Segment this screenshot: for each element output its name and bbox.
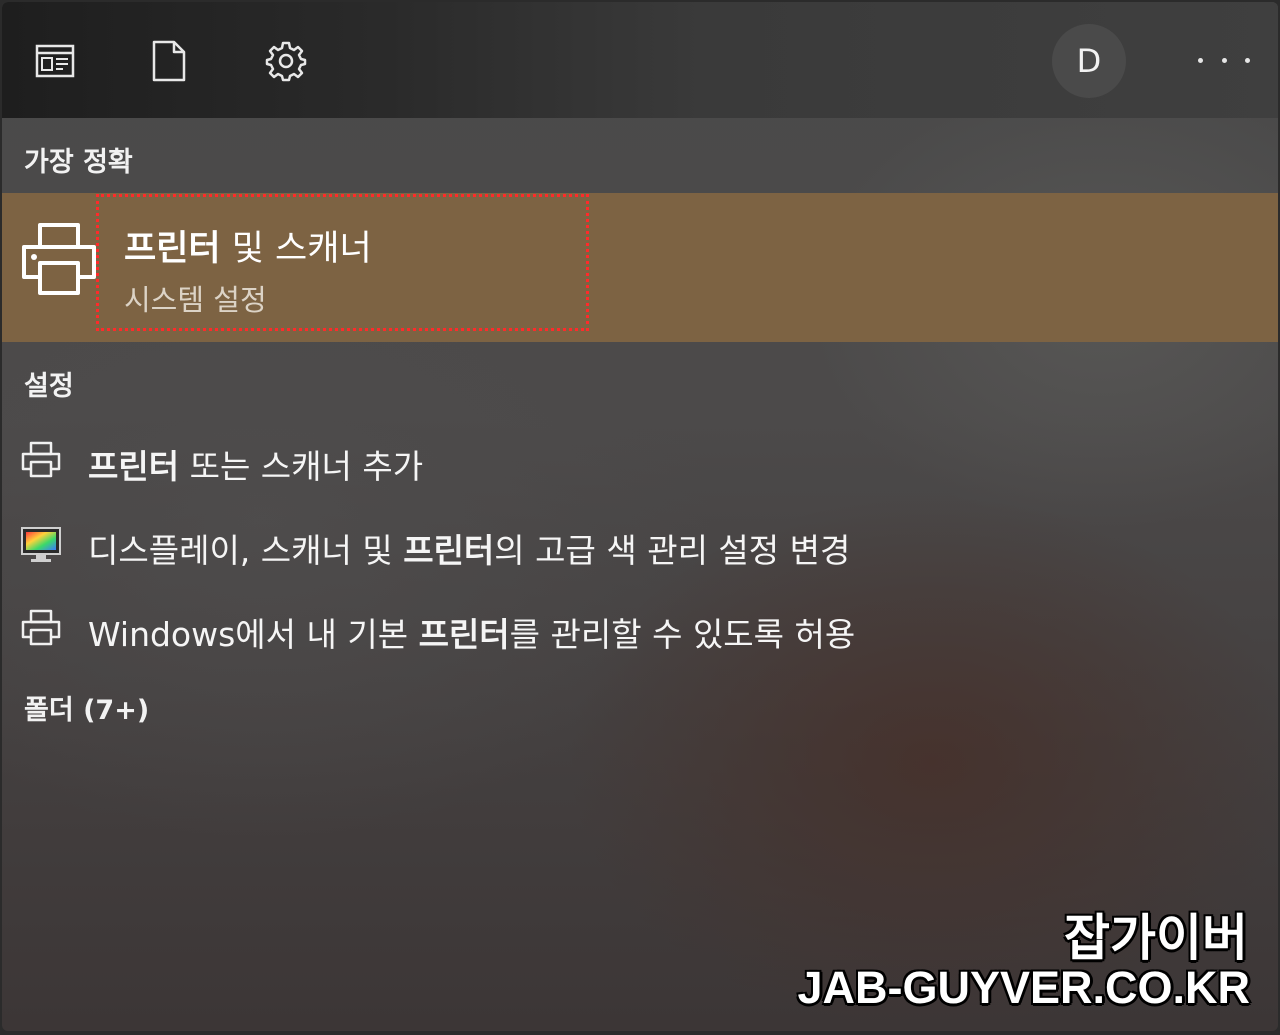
result-label: Windows에서 내 기본 프린터를 관리할 수 있도록 허용 <box>88 615 856 654</box>
more-ellipsis-icon[interactable] <box>1198 42 1250 78</box>
printer-icon <box>20 608 62 650</box>
best-match-header: 가장 정확 <box>24 147 133 178</box>
printer-icon <box>20 440 62 482</box>
folders-header[interactable]: 폴더 (7+) <box>24 688 149 727</box>
highlight-annotation <box>96 194 589 331</box>
gear-icon[interactable] <box>265 40 307 82</box>
search-panel: D 가장 정확 프린터 및 스캐너 시스템 설정 설정 프린터 또는 스캐너 추… <box>2 2 1278 1031</box>
display-color-icon <box>20 524 62 568</box>
watermark-url: JAB-GUYVER.CO.KR <box>797 962 1250 1013</box>
result-label: 프린터 또는 스캐너 추가 <box>88 447 424 486</box>
account-avatar[interactable]: D <box>1052 24 1126 98</box>
result-label: 디스플레이, 스캐너 및 프린터의 고급 색 관리 설정 변경 <box>88 531 851 570</box>
settings-header: 설정 <box>24 371 74 402</box>
document-icon[interactable] <box>148 40 190 82</box>
result-item[interactable]: Windows에서 내 기본 프린터를 관리할 수 있도록 허용 <box>2 594 1278 666</box>
watermark-korean: 잡가이버 <box>1064 909 1248 967</box>
search-toolbar: D <box>2 2 1278 118</box>
printer-icon <box>20 221 98 301</box>
result-item[interactable]: 프린터 또는 스캐너 추가 <box>2 426 1278 498</box>
app-window-icon[interactable] <box>34 40 76 82</box>
result-item[interactable]: 디스플레이, 스캐너 및 프린터의 고급 색 관리 설정 변경 <box>2 510 1278 582</box>
